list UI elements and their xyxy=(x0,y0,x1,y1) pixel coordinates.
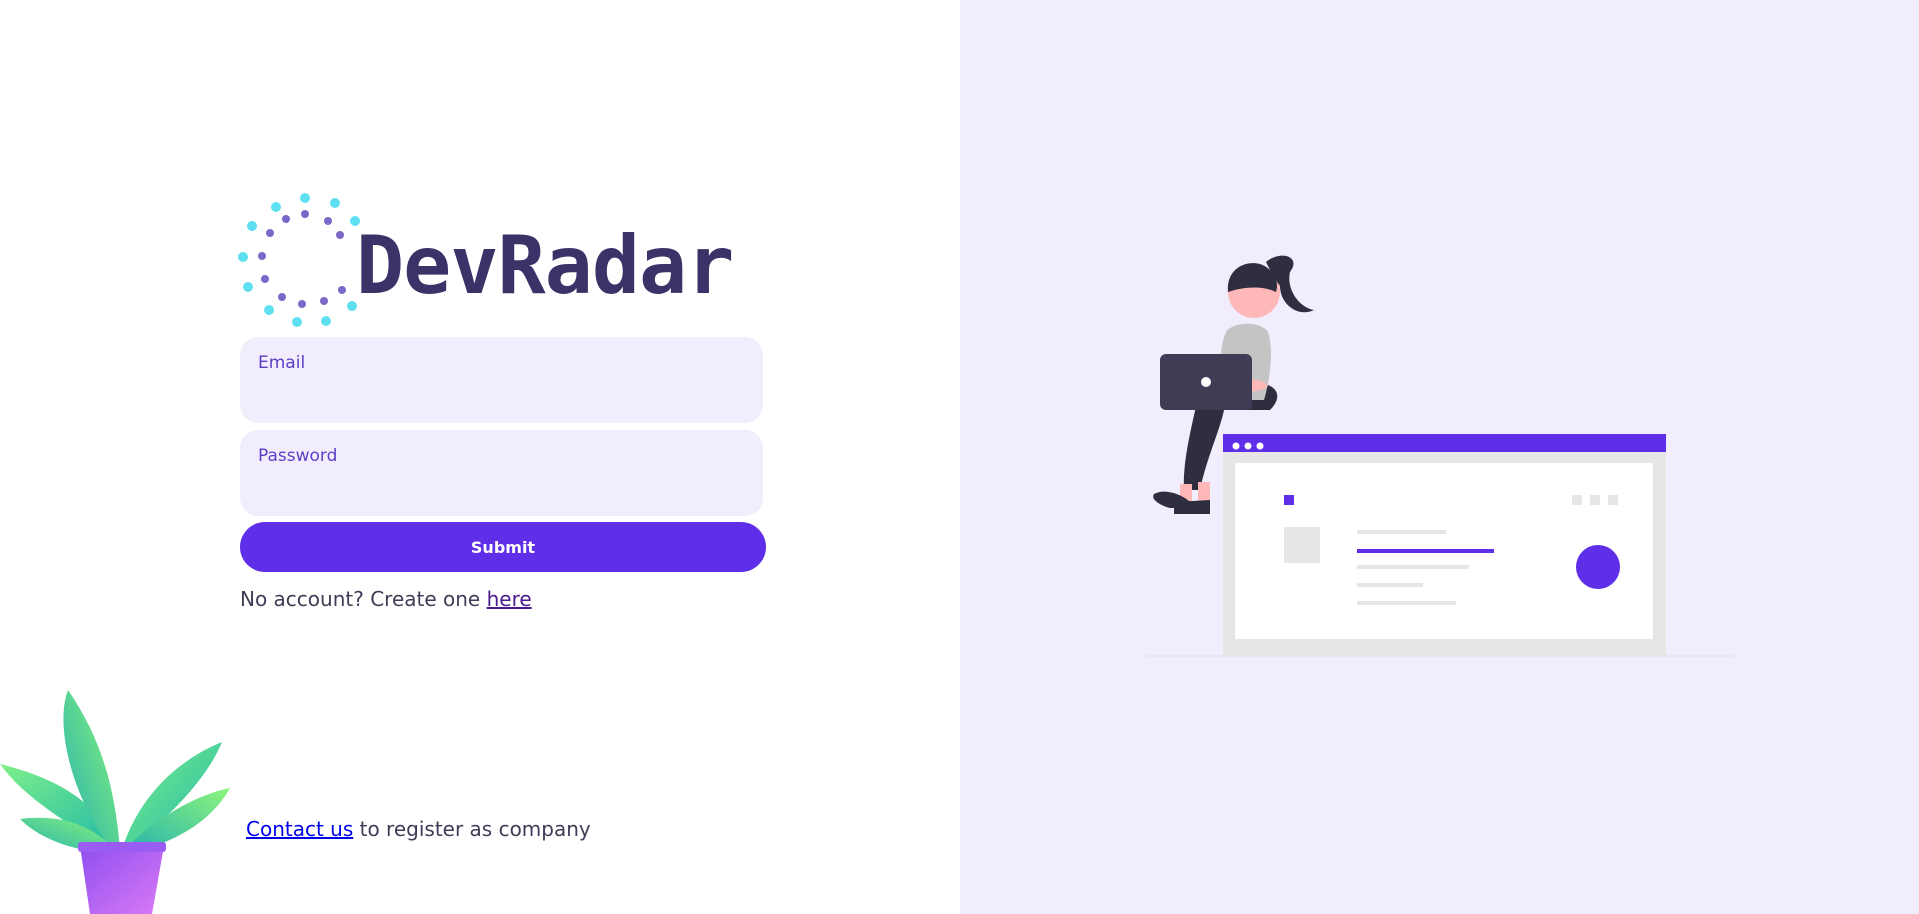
potted-plant-icon xyxy=(0,690,230,914)
signup-prompt-text: No account? Create one xyxy=(240,587,487,611)
company-contact: Contact us to register as company xyxy=(246,817,591,841)
signup-link[interactable]: here xyxy=(487,587,532,611)
company-contact-text: to register as company xyxy=(353,817,591,841)
contact-us-link[interactable]: Contact us xyxy=(246,817,353,841)
email-field[interactable]: Email xyxy=(240,337,763,423)
email-input[interactable] xyxy=(258,379,745,399)
password-input[interactable] xyxy=(258,472,745,492)
radar-dots-icon xyxy=(238,193,360,327)
password-field[interactable]: Password xyxy=(240,430,763,516)
devradar-logo: DevRadar xyxy=(238,190,758,330)
signup-prompt: No account? Create one here xyxy=(240,587,532,611)
email-label: Email xyxy=(258,353,306,373)
password-label: Password xyxy=(258,446,338,466)
woman-with-laptop-on-browser-window-illustration xyxy=(1146,255,1734,657)
brand-name: DevRadar xyxy=(356,219,734,312)
submit-button[interactable]: Submit xyxy=(240,522,766,572)
left-panel: DevRadar Email Password Submit No accoun… xyxy=(0,0,960,914)
